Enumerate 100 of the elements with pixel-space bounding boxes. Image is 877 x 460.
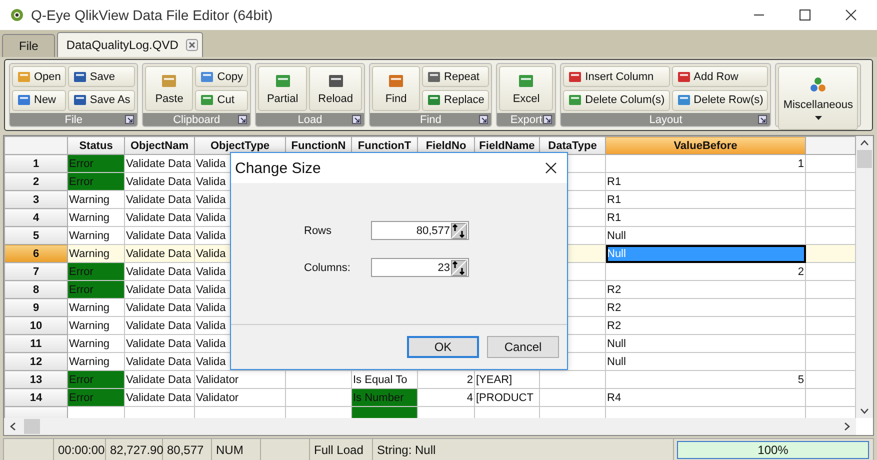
dialog-launcher-icon[interactable] xyxy=(543,115,552,124)
dialog-button[interactable]: OK xyxy=(407,336,479,358)
row-header[interactable]: 6 xyxy=(4,244,68,262)
table-cell: Validate Data xyxy=(124,262,194,280)
table-cell: Validate Data xyxy=(124,244,194,262)
document-tab[interactable]: DataQualityLog.QVD xyxy=(57,32,204,57)
ribbon-button[interactable]: Save As xyxy=(68,90,136,110)
table-cell: Validate Data xyxy=(124,172,194,190)
scroll-thumb[interactable] xyxy=(857,150,872,168)
table-cell: Warning xyxy=(68,334,124,352)
maximize-icon[interactable] xyxy=(799,9,811,21)
table-cell: Validate Data xyxy=(124,352,194,370)
row-header[interactable]: 9 xyxy=(4,298,68,316)
scroll-thumb[interactable] xyxy=(24,419,40,434)
horizontal-scrollbar[interactable] xyxy=(4,418,856,435)
column-header[interactable]: Status xyxy=(68,136,124,154)
scroll-left-icon[interactable] xyxy=(10,422,16,431)
row-header[interactable]: 1 xyxy=(4,154,68,172)
ribbon-button[interactable]: Insert Column xyxy=(563,66,670,87)
table-cell: Validate Data xyxy=(124,298,194,316)
scroll-right-icon[interactable] xyxy=(844,422,850,431)
caret-icon xyxy=(814,116,822,120)
ribbon-button[interactable]: Repeat xyxy=(422,66,490,87)
spin-arrows-icon[interactable] xyxy=(451,222,467,238)
spin-arrows-icon[interactable] xyxy=(451,260,467,276)
table-cell: Warning xyxy=(68,244,124,262)
ribbon-button[interactable]: Paste xyxy=(145,66,194,111)
table-cell: Error xyxy=(68,388,124,406)
status-text: NUM xyxy=(216,443,244,457)
dialog-launcher-icon[interactable] xyxy=(125,115,134,124)
table-cell: Is Number xyxy=(352,388,418,406)
app-logo-icon xyxy=(10,8,24,22)
group-label: File xyxy=(64,114,82,126)
table-cell: 4 xyxy=(418,388,474,406)
column-header[interactable]: ValueBefore xyxy=(606,136,806,154)
table-cell: R2 xyxy=(606,280,806,298)
row-header[interactable]: 8 xyxy=(4,280,68,298)
scroll-down-icon[interactable] xyxy=(860,408,869,414)
row-header[interactable]: 11 xyxy=(4,334,68,352)
group-label: Layout xyxy=(649,114,682,126)
table-cell: Validator xyxy=(194,388,286,406)
table-cell: Null xyxy=(606,334,806,352)
group-label: Find xyxy=(420,114,442,126)
scroll-up-icon[interactable] xyxy=(860,140,869,146)
group-label: Export xyxy=(510,114,542,126)
vertical-scrollbar[interactable] xyxy=(856,136,873,418)
row-header[interactable]: 14 xyxy=(4,388,68,406)
table-cell: Error xyxy=(68,280,124,298)
row-header[interactable]: 5 xyxy=(4,226,68,244)
row-header[interactable]: 3 xyxy=(4,190,68,208)
number-spinner-field[interactable]: 23 xyxy=(371,258,469,277)
dialog-launcher-icon[interactable] xyxy=(479,115,488,124)
table-cell: Validate Data xyxy=(124,280,194,298)
ribbon-button[interactable]: Delete Colum(s) xyxy=(563,90,670,110)
status-text: Full Load xyxy=(314,443,364,457)
number-spinner-field[interactable]: 80,577 xyxy=(371,221,469,240)
column-header[interactable]: ObjectNam xyxy=(124,136,194,154)
row-header[interactable]: 13 xyxy=(4,370,68,388)
ribbon-button[interactable]: Excel xyxy=(499,66,554,111)
row-header[interactable]: 7 xyxy=(4,262,68,280)
row-header[interactable]: 4 xyxy=(4,208,68,226)
table-cell: Warning xyxy=(68,298,124,316)
table-cell: R2 xyxy=(606,316,806,334)
close-icon[interactable] xyxy=(545,162,557,174)
dialog-launcher-icon[interactable] xyxy=(758,115,768,124)
row-header[interactable]: 10 xyxy=(4,316,68,334)
ribbon-button[interactable]: Open xyxy=(12,66,66,87)
dialog-button[interactable]: Cancel xyxy=(487,336,559,358)
field-label: Rows xyxy=(304,224,333,236)
ribbon-button[interactable]: Cut xyxy=(195,90,248,110)
ribbon-button[interactable]: Find xyxy=(372,66,420,111)
ribbon-button[interactable]: Partial xyxy=(258,66,308,111)
ribbon-button[interactable]: Delete Row(s) xyxy=(672,90,768,110)
table-cell: R2 xyxy=(606,298,806,316)
column-header[interactable]: DataType xyxy=(540,136,606,154)
ribbon-button[interactable]: Save xyxy=(68,66,136,87)
ribbon-button[interactable]: Replace xyxy=(422,90,490,110)
table-cell: Null xyxy=(606,352,806,370)
close-icon[interactable] xyxy=(845,9,857,21)
row-header[interactable]: 2 xyxy=(4,172,68,190)
row-header[interactable]: 12 xyxy=(4,352,68,370)
table-cell: 5 xyxy=(606,370,806,388)
table-cell: R1 xyxy=(606,190,806,208)
status-text: 82,727.90 xyxy=(110,443,164,457)
table-cell: Warning xyxy=(68,208,124,226)
ribbon-button[interactable]: Add Row xyxy=(672,66,768,87)
miscellaneous-menu-button[interactable]: Miscellaneous xyxy=(778,66,858,130)
document-tab[interactable]: File xyxy=(2,34,56,57)
column-header[interactable]: ObjectType xyxy=(194,136,286,154)
ribbon-button[interactable]: Reload xyxy=(309,66,362,111)
table-cell: Error xyxy=(68,154,124,172)
table-cell: [PRODUCT xyxy=(474,388,540,406)
ribbon-button[interactable]: Copy xyxy=(195,66,248,87)
dialog-launcher-icon[interactable] xyxy=(352,115,362,124)
table-cell: Validate Data xyxy=(124,154,194,172)
dialog-launcher-icon[interactable] xyxy=(238,115,247,124)
table-cell: 2 xyxy=(606,262,806,280)
table-cell: Validate Data xyxy=(124,208,194,226)
ribbon-button[interactable]: New xyxy=(12,90,66,110)
progress-text: 100% xyxy=(758,443,788,457)
